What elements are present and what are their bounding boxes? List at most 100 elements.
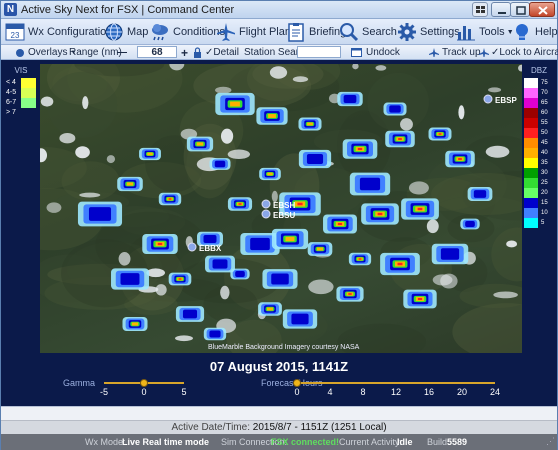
cloud <box>292 76 309 83</box>
vis-legend-item: < 4 <box>6 78 36 88</box>
range-input[interactable]: 68 <box>137 46 177 58</box>
cloud <box>308 279 334 295</box>
gamma-tick-label: 5 <box>181 387 187 397</box>
weather-radar-map[interactable]: EBSP EBSH EBSU EBBX BlueMarble Background I… <box>40 64 522 353</box>
cloud <box>146 268 166 278</box>
cloud <box>75 146 90 159</box>
wx-configuration-button[interactable]: 23 Wx Configuration <box>5 21 112 43</box>
radar-cell-red <box>337 222 343 226</box>
lock-to-aircraft-toggle[interactable]: ✓ Lock to Aircraft <box>479 46 558 59</box>
radar-cell-orange <box>267 172 273 176</box>
conditions-button[interactable]: Conditions <box>150 21 225 43</box>
cloud <box>79 192 101 198</box>
map-button[interactable]: Map <box>104 21 148 43</box>
settings-button[interactable]: Settings <box>397 21 460 43</box>
radar-cell-red <box>417 207 423 211</box>
cloud <box>400 118 413 131</box>
forecast-slider-track[interactable] <box>297 382 495 384</box>
terrain-patch <box>203 285 258 323</box>
station-label: EBSP <box>495 96 517 105</box>
radar-cell-red <box>348 293 352 295</box>
vis-legend-item: > 7 <box>6 108 36 118</box>
resize-strip <box>1 406 557 420</box>
dbz-legend-label: 10 <box>541 210 548 216</box>
lock-icon[interactable] <box>193 46 202 59</box>
detail-toggle[interactable]: ✓ Detail <box>205 46 239 59</box>
cloud <box>175 335 193 342</box>
overlays-menu[interactable]: Overlays ▼ <box>15 46 76 59</box>
dbz-legend-label: 45 <box>541 140 548 146</box>
radar-cell-red <box>377 212 383 216</box>
station-marker-icon <box>261 209 271 219</box>
radar-cell-red <box>398 138 402 140</box>
cloud <box>458 105 465 120</box>
dbz-legend-swatch <box>524 118 538 128</box>
radar-cell-dark <box>306 153 324 165</box>
radar-cell-orange <box>147 152 153 156</box>
radar-cell-orange <box>267 307 273 311</box>
dbz-legend-label: 35 <box>541 160 548 166</box>
dbz-legend-swatch <box>524 198 538 208</box>
dbz-legend-item: 5 <box>524 218 554 228</box>
overlays-icon <box>16 48 24 57</box>
gamma-tick-label: -5 <box>99 387 108 397</box>
radar-cell-red <box>178 278 182 280</box>
dbz-legend-item: 35 <box>524 158 554 168</box>
range-minus-button[interactable]: — <box>117 46 127 59</box>
dbz-legend-swatch <box>524 168 538 178</box>
status-bar: Wx Mode: Live Real time mode Sim Connect… <box>1 434 557 450</box>
map-area: VIS < 4 4-5 6-7 > 7 EBSP EBSH EBSU EBBX BlueMa… <box>1 61 557 355</box>
track-up-toggle[interactable]: Track up <box>429 46 481 59</box>
gamma-label: Gamma <box>63 378 96 388</box>
vis-legend-item: 4-5 <box>6 88 36 98</box>
dbz-legend-swatch <box>524 208 538 218</box>
minimize-button[interactable] <box>491 2 511 17</box>
dbz-legend-swatch <box>524 218 538 228</box>
vis-legend-swatch <box>21 88 36 98</box>
flight-plan-button[interactable]: Flight Plan <box>216 21 291 43</box>
layout-grid-icon[interactable] <box>472 2 488 17</box>
cloud <box>220 128 234 144</box>
station-search-input[interactable] <box>297 46 341 58</box>
briefing-button[interactable]: Briefing <box>286 21 346 43</box>
tools-menu[interactable]: Tools ▼ <box>456 21 514 43</box>
station-label: EBSU <box>273 211 295 220</box>
help-button[interactable]: Help <box>512 21 558 43</box>
radar-cell-dark <box>182 309 198 319</box>
undock-button[interactable]: Undock <box>351 46 400 59</box>
dbz-legend-item: 10 <box>524 208 554 218</box>
dbz-legend-label: 25 <box>541 180 548 186</box>
gamma-slider-thumb[interactable] <box>140 379 148 387</box>
close-button[interactable] <box>529 2 555 17</box>
cloud <box>506 240 518 248</box>
cloud <box>227 149 251 160</box>
radar-cell-red <box>458 158 462 160</box>
clipboard-icon <box>288 23 304 42</box>
resize-grip-icon[interactable]: ⋰ <box>546 436 555 447</box>
radar-cell-red <box>168 198 172 200</box>
active-datetime-label: Active Date/Time: <box>171 422 250 433</box>
station-marker-icon <box>483 94 493 104</box>
vis-legend-title: VIS <box>14 66 28 75</box>
window-icon <box>351 48 362 57</box>
forecast-tick-label: 24 <box>489 387 500 397</box>
rain-cloud-icon <box>152 24 168 41</box>
radar-cell-dark <box>120 273 140 285</box>
lightbulb-icon <box>516 24 528 40</box>
main-toolbar: 23 Wx Configuration Map Conditions Fligh… <box>1 19 558 45</box>
range-plus-button[interactable]: + <box>181 46 188 60</box>
radar-cell-red <box>417 297 423 301</box>
search-button[interactable]: Search <box>339 21 397 43</box>
app-logo-icon: N <box>4 3 17 16</box>
maximize-button[interactable] <box>510 2 530 17</box>
wx-configuration-label: Wx Configuration <box>28 26 113 38</box>
dbz-legend-swatch <box>524 128 538 138</box>
dbz-legend-swatch <box>524 188 538 198</box>
dbz-legend-label: 50 <box>541 130 548 136</box>
dbz-legend-item: 50 <box>524 128 554 138</box>
checkmark-icon: ✓ <box>491 47 500 58</box>
window-title: Active Sky Next for FSX | Command Center <box>21 4 235 16</box>
forecast-slider-thumb[interactable] <box>293 379 301 387</box>
dbz-legend-swatch <box>524 88 538 98</box>
radar-cell-dark <box>465 220 475 228</box>
